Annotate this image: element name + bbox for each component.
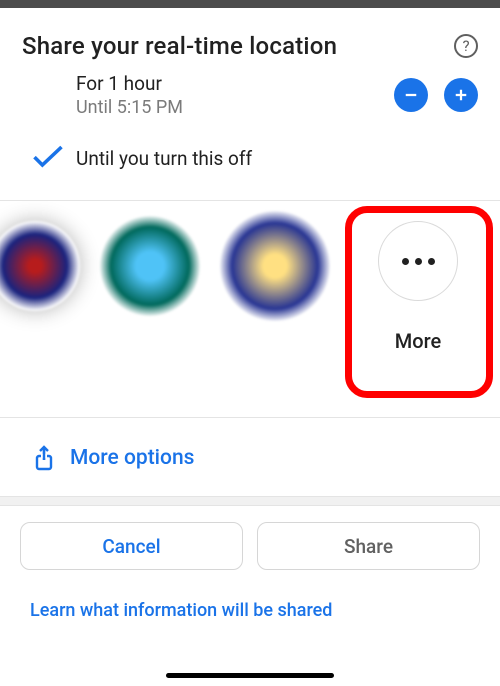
share-up-icon	[32, 444, 56, 472]
decrease-duration-button[interactable]	[394, 78, 428, 112]
location-share-sheet: Share your real-time location ? For 1 ho…	[0, 0, 500, 686]
duration-stepper	[394, 78, 478, 112]
until-off-label: Until you turn this off	[76, 147, 478, 170]
learn-link[interactable]: Learn what information will be shared	[0, 570, 500, 621]
increase-duration-button[interactable]	[444, 78, 478, 112]
sheet-header: Share your real-time location ?	[0, 8, 500, 64]
checkmark-icon	[30, 140, 66, 176]
action-buttons-row: Cancel Share	[0, 506, 500, 570]
more-options-button[interactable]: More options	[0, 418, 500, 496]
duration-title: For 1 hour	[76, 72, 394, 95]
plus-icon	[452, 86, 470, 104]
dimmed-underlay	[0, 0, 500, 8]
home-indicator	[166, 673, 334, 678]
until-off-option-row[interactable]: Until you turn this off	[0, 126, 500, 190]
duration-text: For 1 hour Until 5:15 PM	[76, 72, 394, 118]
help-icon[interactable]: ?	[454, 34, 478, 58]
more-options-label: More options	[70, 446, 194, 470]
share-button[interactable]: Share	[257, 522, 480, 570]
obscured-contacts	[0, 201, 350, 418]
section-divider	[0, 496, 500, 506]
contacts-scroller[interactable]: More	[0, 200, 500, 418]
more-dots-icon	[378, 221, 458, 301]
until-off-checkmark	[30, 140, 76, 176]
more-contacts-button[interactable]: More	[358, 221, 478, 353]
duration-option-row[interactable]: For 1 hour Until 5:15 PM	[0, 64, 500, 126]
minus-icon	[402, 86, 420, 104]
cancel-button[interactable]: Cancel	[20, 522, 243, 570]
more-label: More	[395, 329, 441, 353]
duration-subtitle: Until 5:15 PM	[76, 97, 394, 118]
sheet-title: Share your real-time location	[22, 32, 337, 60]
learn-label: Learn what information will be shared	[30, 600, 332, 621]
